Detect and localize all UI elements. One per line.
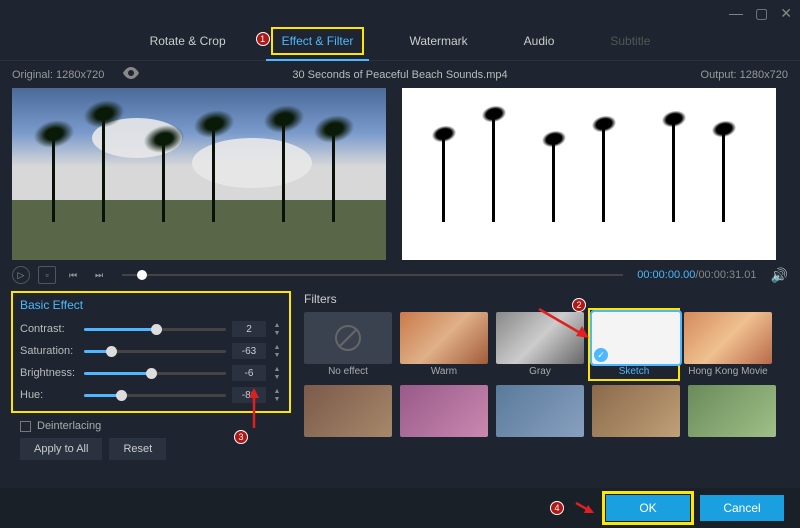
brightness-up[interactable]: ▲ — [272, 365, 282, 373]
prev-frame-button[interactable]: ⏮ — [64, 266, 82, 284]
filter-hong-kong[interactable]: Hong Kong Movie — [684, 312, 772, 377]
hue-value[interactable]: -86 — [232, 387, 266, 403]
annotation-badge-3: 3 — [234, 430, 248, 444]
brightness-value[interactable]: -6 — [232, 365, 266, 381]
hue-up[interactable]: ▲ — [272, 387, 282, 395]
cancel-button[interactable]: Cancel — [700, 495, 784, 521]
brightness-label: Brightness: — [20, 367, 78, 379]
tab-bar: Rotate & Crop 1 Effect & Filter Watermar… — [0, 26, 800, 61]
footer: 4 OK Cancel — [0, 488, 800, 528]
tab-audio[interactable]: Audio — [516, 30, 563, 52]
filter-label: Warm — [400, 366, 488, 377]
saturation-value[interactable]: -63 — [232, 343, 266, 359]
annotation-badge-2: 2 — [572, 298, 586, 312]
check-icon: ✓ — [594, 348, 608, 362]
contrast-value[interactable]: 2 — [232, 321, 266, 337]
filename-label: 30 Seconds of Peaceful Beach Sounds.mp4 — [0, 69, 800, 81]
hue-slider[interactable] — [84, 394, 226, 397]
filter-label: Hong Kong Movie — [684, 366, 772, 377]
hue-label: Hue: — [20, 389, 78, 401]
brightness-slider[interactable] — [84, 372, 226, 375]
filter-label: No effect — [304, 366, 392, 377]
filter-item[interactable] — [400, 385, 488, 437]
play-button[interactable]: ▷ — [12, 266, 30, 284]
basic-effect-panel: Basic Effect Contrast: 2 ▲▼ Saturation: … — [12, 292, 290, 412]
filter-no-effect[interactable]: No effect — [304, 312, 392, 377]
tab-rotate-crop[interactable]: Rotate & Crop — [142, 30, 234, 52]
apply-to-all-button[interactable]: Apply to All — [20, 438, 102, 460]
time-display: 00:00:00.00/00:00:31.01 — [637, 269, 756, 281]
filter-label: Sketch — [592, 366, 676, 377]
filter-label: Gray — [496, 366, 584, 377]
filters-title: Filters — [304, 292, 788, 306]
playback-controls: ▷ ▫ ⏮ ⏭ 00:00:00.00/00:00:31.01 🔊 — [0, 260, 800, 290]
saturation-slider[interactable] — [84, 350, 226, 353]
filter-warm[interactable]: Warm — [400, 312, 488, 377]
deinterlacing-checkbox[interactable] — [20, 421, 31, 432]
saturation-up[interactable]: ▲ — [272, 343, 282, 351]
deinterlacing-label: Deinterlacing — [37, 420, 101, 432]
brightness-down[interactable]: ▼ — [272, 373, 282, 381]
tab-subtitle[interactable]: Subtitle — [602, 30, 658, 52]
tab-watermark[interactable]: Watermark — [401, 30, 475, 52]
annotation-badge-1: 1 — [256, 32, 270, 46]
contrast-label: Contrast: — [20, 323, 78, 335]
filter-sketch[interactable]: ✓ Sketch — [590, 310, 678, 379]
filter-item[interactable] — [688, 385, 776, 437]
contrast-down[interactable]: ▼ — [272, 329, 282, 337]
volume-icon[interactable]: 🔊 — [771, 267, 788, 284]
contrast-slider[interactable] — [84, 328, 226, 331]
filter-gray[interactable]: Gray — [496, 312, 584, 377]
basic-effect-title: Basic Effect — [20, 298, 282, 312]
saturation-down[interactable]: ▼ — [272, 351, 282, 359]
filter-item[interactable] — [592, 385, 680, 437]
minimize-button[interactable]: — — [729, 5, 743, 21]
info-row: Original: 1280x720 30 Seconds of Peacefu… — [0, 61, 800, 88]
tab-effect-filter[interactable]: 1 Effect & Filter — [274, 30, 362, 52]
stop-button[interactable]: ▫ — [38, 266, 56, 284]
filter-item[interactable] — [304, 385, 392, 437]
scrubber[interactable] — [122, 274, 623, 276]
tab-effect-filter-label: Effect & Filter — [282, 34, 354, 48]
preview-original — [12, 88, 386, 260]
hue-down[interactable]: ▼ — [272, 395, 282, 403]
saturation-label: Saturation: — [20, 345, 78, 357]
filters-panel: Filters No effect Warm Gray ✓ Sketch Hon… — [304, 292, 788, 464]
reset-button[interactable]: Reset — [109, 438, 166, 460]
next-frame-button[interactable]: ⏭ — [90, 266, 108, 284]
filter-item[interactable] — [496, 385, 584, 437]
annotation-badge-4: 4 — [550, 501, 564, 515]
contrast-up[interactable]: ▲ — [272, 321, 282, 329]
maximize-button[interactable]: ▢ — [755, 5, 768, 22]
ok-button[interactable]: OK — [606, 495, 690, 521]
close-button[interactable]: ✕ — [780, 5, 792, 22]
preview-output — [402, 88, 776, 260]
